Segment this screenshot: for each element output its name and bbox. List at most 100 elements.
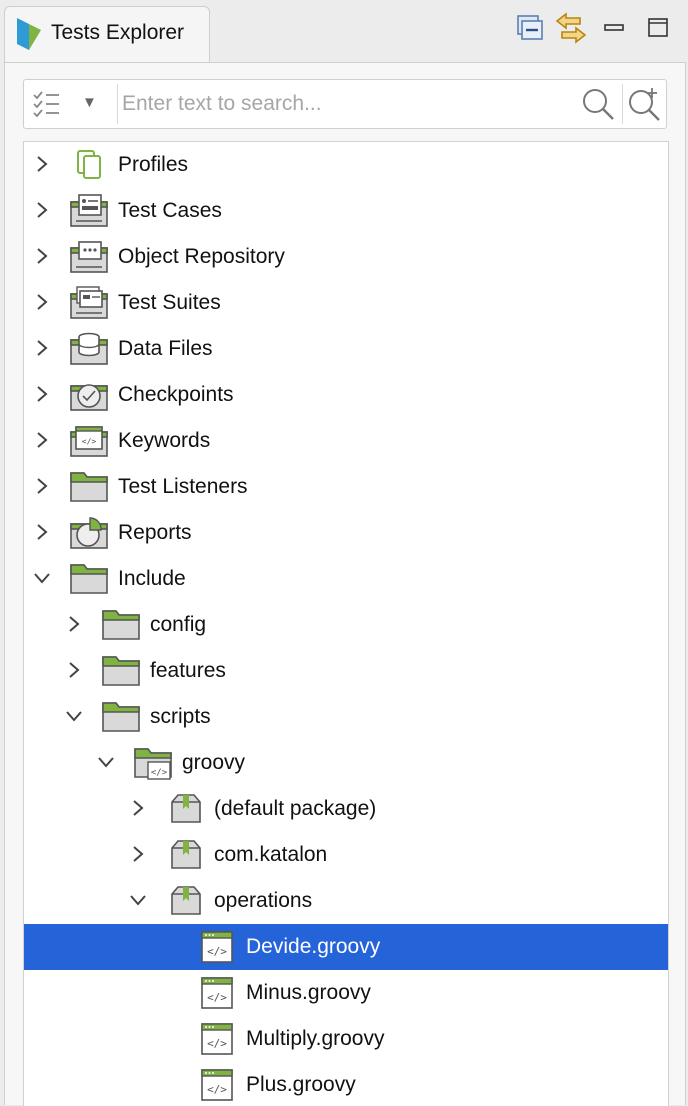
tree-item-groovy[interactable]: </> groovy [24,740,668,786]
katalon-logo-icon [15,16,43,52]
groovy-file-icon: </> [198,930,238,964]
minimize-icon [603,16,627,45]
chevron-right-icon[interactable] [32,292,52,312]
tree-item-label: Test Suites [118,291,221,314]
link-with-editor-icon [554,11,588,50]
tree-item-test-suites[interactable]: Test Suites [24,280,668,326]
tree-item-label: (default package) [214,797,377,820]
tree-item-label: com.katalon [214,843,328,866]
tree-item-label: Keywords [118,429,211,452]
svg-text:</>: </> [207,945,227,958]
source-folder-icon: </> [134,746,174,780]
chevron-right-icon[interactable] [32,200,52,220]
chevron-down-icon[interactable] [64,706,84,726]
tree-item-object-repository[interactable]: Object Repository [24,234,668,280]
svg-text:</>: </> [151,768,168,778]
tree-item-include[interactable]: Include [24,556,668,602]
advanced-search-icon[interactable] [626,86,662,122]
svg-text:</>: </> [82,437,97,446]
test-suites-icon [70,286,110,320]
data-files-icon [70,332,110,366]
tests-explorer-tab[interactable]: Tests Explorer [4,6,210,63]
explorer-tree: Profiles Test Cases Object Repository Test … [23,141,669,1106]
tree-item-label: Multiply.groovy [246,1027,385,1050]
tree-item-operations[interactable]: operations [24,878,668,924]
search-icon[interactable] [580,86,616,122]
chevron-right-icon[interactable] [128,798,148,818]
tree-item-label: Test Listeners [118,475,248,498]
chevron-down-icon[interactable] [32,568,52,588]
chevron-right-icon[interactable] [32,476,52,496]
view-tab-bar: Tests Explorer [0,0,688,63]
folder-icon [102,654,142,688]
tree-item-label: Include [118,567,186,590]
tree-item-label: Devide.groovy [246,935,381,958]
profiles-icon [70,148,110,182]
package-icon [166,884,206,918]
tab-title: Tests Explorer [51,21,185,44]
folder-icon [70,470,110,504]
filter-dropdown-icon[interactable]: ▼ [82,94,97,111]
tree-item-label: Profiles [118,153,189,176]
chevron-right-icon[interactable] [64,660,84,680]
tree-item-config[interactable]: config [24,602,668,648]
tree-item-reports[interactable]: Reports [24,510,668,556]
tree-item-multiply-groovy[interactable]: </> Multiply.groovy [24,1016,668,1062]
chevron-right-icon[interactable] [32,384,52,404]
chevron-right-icon[interactable] [32,338,52,358]
tree-item-test-cases[interactable]: Test Cases [24,188,668,234]
chevron-down-icon[interactable] [128,890,148,910]
link-with-editor-button[interactable] [554,10,588,50]
groovy-file-icon: </> [198,1022,238,1056]
tree-item-features[interactable]: features [24,648,668,694]
tree-item-label: Data Files [118,337,213,360]
search-divider [622,84,623,124]
tree-item-keywords[interactable]: </> Keywords [24,418,668,464]
tree-item-label: features [150,659,226,682]
search-input[interactable] [122,86,572,122]
tree-item-label: groovy [182,751,246,774]
minimize-button[interactable] [598,10,632,50]
chevron-right-icon[interactable] [32,154,52,174]
chevron-right-icon[interactable] [128,844,148,864]
tree-item-minus-groovy[interactable]: </> Minus.groovy [24,970,668,1016]
groovy-file-icon: </> [198,1068,238,1102]
maximize-icon [647,16,671,45]
folder-icon [102,700,142,734]
folder-icon [102,608,142,642]
tree-item-data-files[interactable]: Data Files [24,326,668,372]
maximize-button[interactable] [642,10,676,50]
collapse-all-button[interactable] [512,10,546,50]
object-repository-icon [70,240,110,274]
checklist-filter-icon[interactable] [32,88,62,120]
tree-item-label: Checkpoints [118,383,234,406]
svg-text:</>: </> [207,1083,227,1096]
tree-item-com-katalon[interactable]: com.katalon [24,832,668,878]
tests-explorer-panel: ▼ Profiles Test Cases Object Repository Tes… [4,62,686,1106]
chevron-right-icon[interactable] [32,246,52,266]
tree-item-default-package[interactable]: (default package) [24,786,668,832]
chevron-right-icon[interactable] [64,614,84,634]
tree-item-label: operations [214,889,313,912]
tree-item-label: Object Repository [118,245,285,268]
package-icon [166,792,206,826]
tree-item-checkpoints[interactable]: Checkpoints [24,372,668,418]
package-icon [166,838,206,872]
chevron-down-icon[interactable] [96,752,116,772]
tree-item-devide-groovy[interactable]: </> Devide.groovy [24,924,668,970]
chevron-right-icon[interactable] [32,430,52,450]
folder-icon [70,562,110,596]
chevron-right-icon[interactable] [32,522,52,542]
search-divider [117,84,118,124]
test-cases-icon [70,194,110,228]
keywords-icon: </> [70,424,110,458]
tree-item-label: scripts [150,705,211,728]
tree-item-test-listeners[interactable]: Test Listeners [24,464,668,510]
tree-item-plus-groovy[interactable]: </> Plus.groovy [24,1062,668,1106]
search-bar: ▼ [23,79,667,129]
tree-item-label: Reports [118,521,192,544]
tree-item-scripts[interactable]: scripts [24,694,668,740]
reports-icon [70,516,110,550]
tree-item-profiles[interactable]: Profiles [24,142,668,188]
groovy-file-icon: </> [198,976,238,1010]
